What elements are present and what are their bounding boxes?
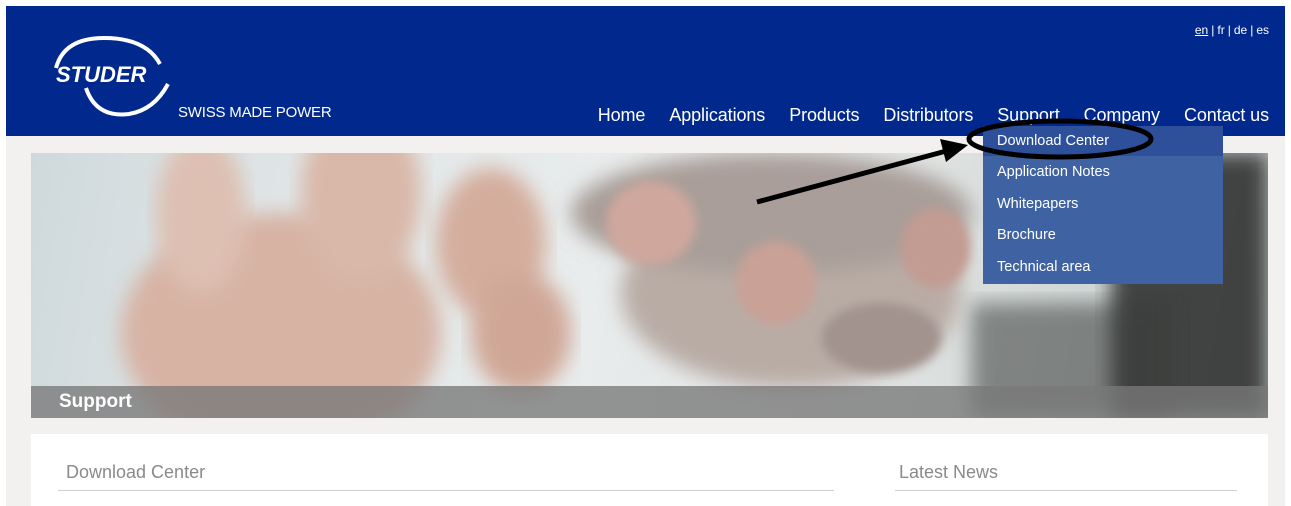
lang-separator: | [1227,23,1231,37]
menu-item-application-notes[interactable]: Application Notes [997,164,1110,180]
lang-es-link[interactable]: es [1256,23,1269,37]
hero-caption-bar: Support [31,386,1268,418]
support-dropdown-menu: Download Center Application Notes Whitep… [983,126,1223,284]
menu-item-technical-area[interactable]: Technical area [997,259,1091,275]
site-header: STUDER SWISS MADE POWER en | fr | de | es Home… [6,6,1285,136]
nav-item-products[interactable]: Products [789,105,859,126]
nav-item-distributors[interactable]: Distributors [883,105,973,126]
menu-item-whitepapers[interactable]: Whitepapers [997,196,1078,212]
nav-item-applications[interactable]: Applications [669,105,765,126]
content-panel: Download Center Latest News [31,434,1268,506]
main-nav: Home Applications Products Distributors … [574,105,1269,126]
lang-separator: | [1250,23,1254,37]
tagline: SWISS MADE POWER [178,104,332,121]
nav-item-support[interactable]: Support [997,105,1059,126]
language-switcher: en | fr | de | es [1195,23,1269,37]
svg-text:STUDER: STUDER [56,62,147,87]
lang-en-link[interactable]: en [1195,23,1208,37]
lang-separator: | [1211,23,1215,37]
menu-item-brochure[interactable]: Brochure [997,227,1056,243]
lang-fr-link[interactable]: fr [1217,23,1224,37]
divider [58,490,834,491]
nav-item-company[interactable]: Company [1084,105,1160,126]
page-title: Support [59,391,132,412]
download-center-heading: Download Center [66,462,206,482]
divider [895,490,1237,491]
menu-item-download-center[interactable]: Download Center [997,133,1109,149]
studer-logo[interactable]: STUDER [34,28,184,120]
studer-logo-icon: STUDER [54,35,170,117]
latest-news-heading: Latest News [899,462,999,482]
nav-item-contact-us[interactable]: Contact us [1184,105,1269,126]
nav-item-home[interactable]: Home [598,105,646,126]
lang-de-link[interactable]: de [1234,23,1247,37]
